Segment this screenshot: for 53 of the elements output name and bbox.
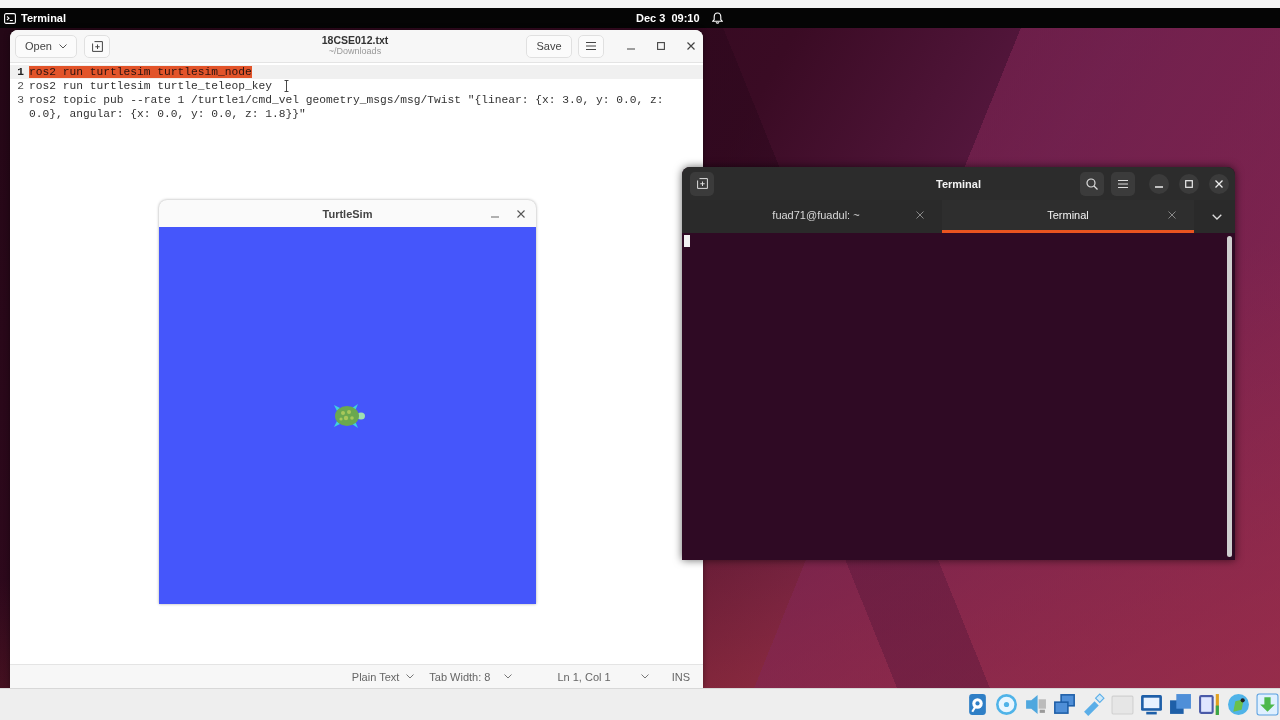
window-title: Terminal — [936, 177, 981, 190]
network-icon[interactable] — [1053, 693, 1076, 716]
search-button[interactable] — [1080, 171, 1104, 196]
app-name[interactable]: Terminal — [21, 12, 67, 24]
line-number: 2 — [16, 79, 25, 93]
minimize-button[interactable] — [1149, 173, 1169, 194]
search-icon — [1086, 177, 1098, 190]
clock[interactable]: Dec 3 09:10 — [636, 12, 700, 24]
text-cursor — [684, 235, 690, 247]
insert-mode: INS — [671, 670, 690, 683]
scrollbar[interactable] — [1227, 236, 1232, 557]
bell-icon[interactable] — [711, 12, 723, 24]
line-number: 1 — [16, 65, 25, 79]
minimize-icon — [1155, 185, 1163, 188]
terminal-tab[interactable]: fuad71@fuadul: ~ — [690, 200, 942, 233]
mouse-icon[interactable] — [1227, 693, 1250, 716]
close-icon — [1215, 179, 1223, 188]
menu-icon — [586, 42, 596, 50]
menu-button[interactable] — [578, 34, 604, 58]
line-number: 3 — [16, 93, 25, 108]
close-icon[interactable] — [687, 42, 695, 50]
code-line: ros2 topic pub --rate 1 /turtle1/cmd_vel geometry_msgs/msg/Twist "{linear: {x: 3.0, y: 0.0, z: 0.0}, angular: {x: 0.0, y: 0.0, z: 1.8}}" — [29, 94, 665, 120]
maximize-button[interactable] — [1179, 173, 1199, 194]
chevron-icon — [504, 674, 513, 679]
cursor-position: Ln 1, Col 1 — [557, 670, 611, 683]
tab-width-selector[interactable]: Tab Width: 8 — [429, 670, 513, 683]
open-button[interactable]: Open — [15, 34, 77, 58]
new-tab-icon — [91, 40, 103, 52]
close-button[interactable] — [1209, 173, 1229, 194]
windows-icon[interactable] — [1169, 693, 1192, 716]
maximize-icon — [1185, 179, 1193, 188]
terminal-tab[interactable]: Terminal — [942, 200, 1194, 233]
menu-button[interactable] — [1111, 171, 1135, 196]
save-button[interactable]: Save — [526, 34, 572, 58]
code-line: ros2 run turtlesim turtle_teleop_key — [29, 80, 273, 92]
window-title: 18CSE012.txt — [321, 35, 389, 46]
close-icon[interactable] — [1168, 211, 1176, 219]
monitor-icon[interactable] — [1140, 693, 1163, 716]
close-icon[interactable] — [517, 210, 525, 218]
terminal-icon — [4, 12, 16, 24]
new-tab-button[interactable] — [84, 34, 110, 58]
chevron-icon — [406, 674, 415, 679]
window-title: TurtleSim — [322, 207, 373, 220]
text-cursor-icon — [284, 80, 289, 92]
language-selector[interactable]: Plain Text — [351, 670, 415, 683]
maximize-icon[interactable] — [657, 42, 665, 50]
new-tab-button[interactable] — [690, 171, 714, 196]
close-icon[interactable] — [916, 211, 924, 219]
recording-icon[interactable] — [1198, 693, 1221, 716]
new-tab-icon — [696, 178, 708, 189]
file-path: ~/Downloads — [328, 46, 382, 57]
menu-icon — [1118, 179, 1128, 188]
chevron-icon — [58, 43, 67, 49]
